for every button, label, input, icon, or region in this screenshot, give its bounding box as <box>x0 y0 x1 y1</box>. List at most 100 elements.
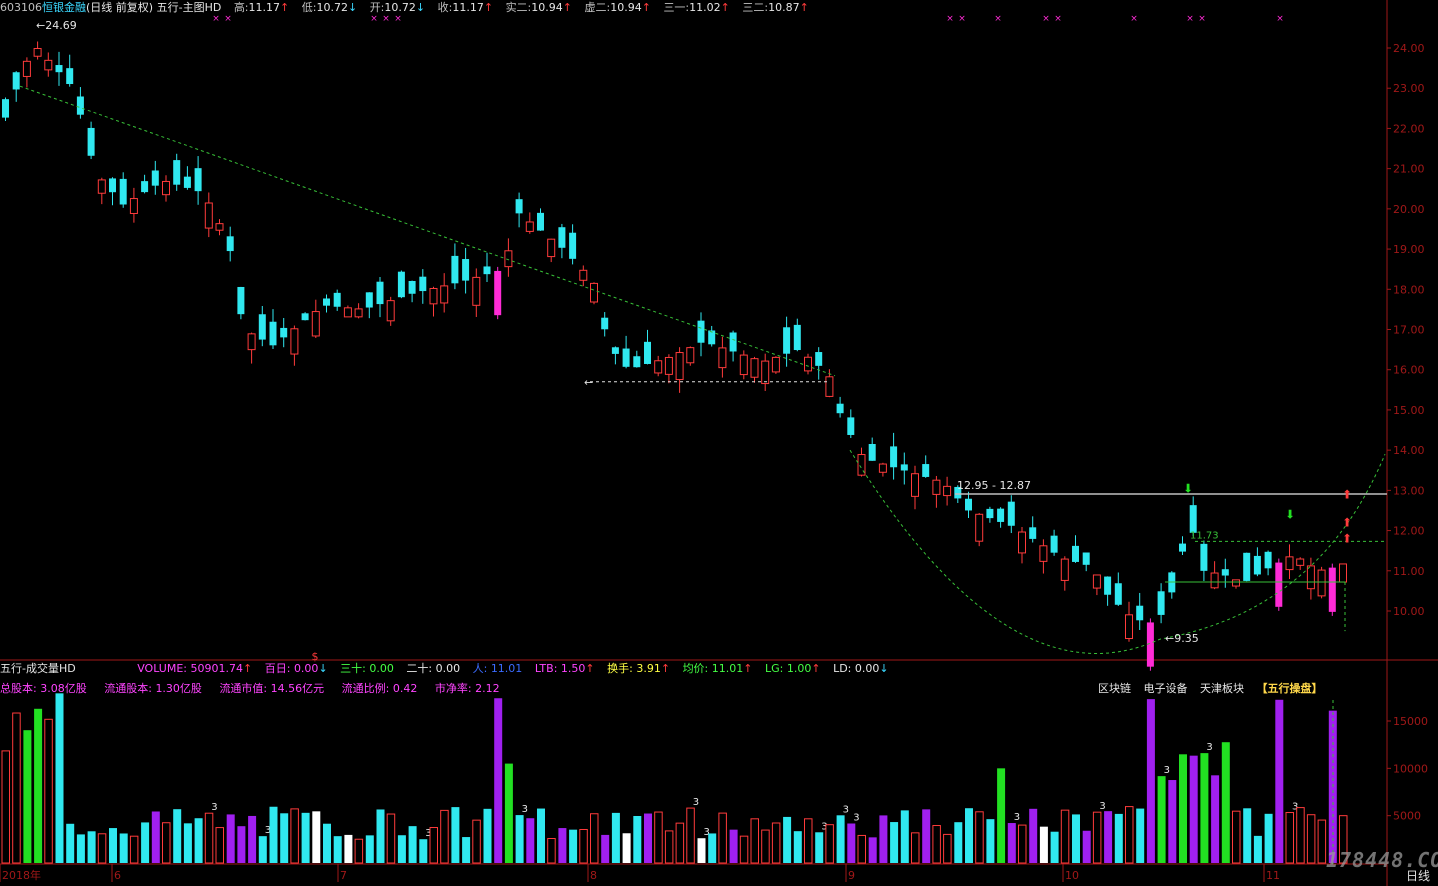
volume-bar <box>847 823 856 863</box>
volume-bar <box>558 828 567 863</box>
volume-bar <box>194 818 203 863</box>
volume-count-label: 3 <box>693 797 699 808</box>
candle-body <box>1339 563 1347 583</box>
candle-body <box>1050 535 1058 553</box>
volume-bar <box>494 698 503 863</box>
volume-tick-label: 5000 <box>1393 810 1421 823</box>
watermark: 178448.COM <box>1326 848 1438 872</box>
candle-body <box>494 270 502 316</box>
volume-bar <box>323 823 331 863</box>
volume-bar <box>1092 811 1102 864</box>
candle-body <box>129 198 138 214</box>
volume-bar <box>932 825 941 864</box>
candle-body <box>183 176 191 188</box>
candle-body <box>654 360 663 374</box>
volume-bar <box>943 833 952 864</box>
volume-bar <box>483 808 492 863</box>
candle-body <box>22 60 31 77</box>
candle-body <box>1125 614 1133 640</box>
volume-bar <box>686 807 695 864</box>
volume-bar <box>1243 808 1252 863</box>
candle-body <box>601 317 609 330</box>
volume-bar <box>301 812 310 863</box>
candle-body <box>997 508 1005 522</box>
candle-body <box>2 99 9 118</box>
volume-count-label: 3 <box>853 812 859 823</box>
volume-bar <box>55 693 64 863</box>
price-tick-label: 11.00 <box>1393 565 1425 578</box>
candle-body <box>537 212 544 231</box>
candle-body <box>911 473 919 497</box>
volume-bar <box>34 708 43 863</box>
candle-body <box>868 444 876 461</box>
price-tick-label: 23.00 <box>1393 82 1425 95</box>
candle-body <box>771 356 780 373</box>
candle-body <box>76 96 84 115</box>
candle-body <box>12 72 20 90</box>
candle-body <box>558 227 566 248</box>
signal-cross-icon: × <box>212 14 220 24</box>
candle-body <box>739 354 748 376</box>
candle-body <box>1306 565 1315 590</box>
volume-bar <box>526 818 535 863</box>
candle-body <box>1136 605 1144 621</box>
candle-body <box>1072 545 1079 562</box>
volume-bar <box>237 826 246 863</box>
volume-bar <box>258 836 267 863</box>
volume-bar <box>771 822 781 864</box>
volume-bar <box>1082 830 1091 863</box>
volume-bar <box>1189 755 1198 863</box>
candle-body <box>718 347 727 369</box>
volume-count-label: 3 <box>211 802 217 813</box>
volume-bar <box>879 815 888 863</box>
candle-body <box>162 180 170 196</box>
candle-body <box>847 417 855 435</box>
candle-body <box>323 298 330 306</box>
candle-body <box>708 330 716 345</box>
candle-body <box>1243 552 1251 581</box>
candle-body <box>633 356 641 368</box>
volume-bar <box>579 828 588 864</box>
signal-cross-icon: × <box>382 14 390 24</box>
volume-bar <box>1168 780 1177 863</box>
signal-cross-icon: × <box>394 14 402 24</box>
volume-bar <box>109 828 117 863</box>
volume-bar <box>119 833 128 863</box>
signal-cross-icon: × <box>1198 14 1206 24</box>
candle-body <box>1232 579 1240 587</box>
volume-tick-label: 10000 <box>1393 762 1428 775</box>
volume-bar <box>280 813 289 863</box>
volume-bar <box>451 807 460 863</box>
price-volume-chart[interactable]: 24.00 23.00 22.00 21.00 20.00 19.00 18.00 17.00… <box>0 0 1438 886</box>
candle-body <box>922 464 930 477</box>
volume-bar <box>472 819 481 864</box>
volume-bar <box>965 808 973 863</box>
price-tick-label: 12.00 <box>1393 525 1425 538</box>
candle-body <box>547 238 556 258</box>
volume-bar <box>836 815 845 863</box>
volume-count-label: 3 <box>1014 812 1020 823</box>
candle-body <box>1114 583 1122 605</box>
volume-bar <box>857 834 866 864</box>
signal-cross-icon: × <box>224 14 232 24</box>
volume-bar <box>386 813 396 864</box>
volume-bar <box>1072 814 1080 863</box>
candle-body <box>1221 569 1229 576</box>
low-marker-label: ←9.35 <box>1165 632 1199 645</box>
volume-bar <box>750 818 759 864</box>
volume-bar <box>1211 775 1220 863</box>
volume-bar <box>419 839 428 863</box>
volume-bar <box>151 811 160 863</box>
volume-bar <box>1306 814 1316 864</box>
candle-body <box>943 485 952 497</box>
volume-bar <box>1285 812 1294 864</box>
volume-bar <box>922 809 931 863</box>
candle-body <box>825 376 834 397</box>
buy-signal-arrow-icon: ⬇ <box>1183 481 1193 495</box>
volume-bar <box>183 823 192 863</box>
candle-body <box>311 311 320 337</box>
candle-body <box>1157 591 1165 615</box>
signal-cross-icon: × <box>1186 14 1194 24</box>
candle-body <box>343 307 352 318</box>
candle-body <box>761 360 770 385</box>
